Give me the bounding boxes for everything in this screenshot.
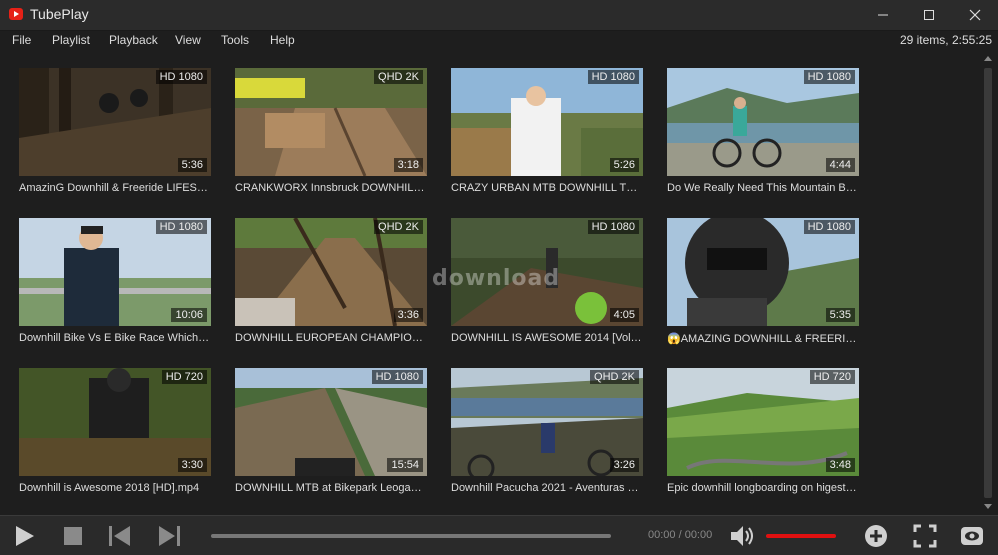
stop-icon: [64, 527, 82, 545]
video-title: DOWNHILL MTB at Bikepark Leogang!.mp4: [235, 482, 427, 494]
volume-button[interactable]: [729, 524, 753, 548]
duration-badge: 3:26: [609, 458, 639, 472]
stop-button[interactable]: [61, 524, 85, 548]
duration-badge: 5:36: [177, 158, 207, 172]
menu-playlist[interactable]: Playlist: [52, 33, 90, 47]
skip-next-icon: [159, 526, 180, 546]
quality-badge: HD 1080: [803, 220, 855, 234]
volume-slider[interactable]: [766, 534, 836, 538]
video-title: CRANKWORX Innsbruck DOWNHILL 2019.mp4: [235, 182, 427, 194]
duration-badge: 3:30: [177, 458, 207, 472]
duration-badge: 5:26: [609, 158, 639, 172]
quality-badge: HD 1080: [155, 70, 207, 84]
fullscreen-button[interactable]: [913, 524, 937, 548]
close-icon: [969, 9, 981, 21]
menu-tools[interactable]: Tools: [221, 33, 249, 47]
quality-badge: QHD 2K: [374, 220, 423, 234]
quality-badge: QHD 2K: [590, 370, 639, 384]
vertical-scrollbar[interactable]: [980, 52, 996, 514]
video-title: AmazinG Downhill & Freeride LIFESTYLE.mp…: [19, 182, 211, 194]
duration-badge: 4:05: [609, 308, 639, 322]
duration-badge: 10:06: [171, 308, 207, 322]
menu-help[interactable]: Help: [270, 33, 295, 47]
app-logo-icon: [9, 8, 23, 20]
menu-bar: File Playlist Playback View Tools Help 2…: [0, 31, 998, 51]
video-grid: HD 1080 5:36 AmazinG Downhill & Freeride…: [0, 52, 980, 514]
playlist-summary: 29 items, 2:55:25: [899, 33, 992, 47]
duration-badge: 3:36: [393, 308, 423, 322]
maximize-button[interactable]: [906, 0, 952, 30]
seek-bar[interactable]: [211, 534, 611, 538]
video-title: Downhill is Awesome 2018 [HD].mp4: [19, 482, 200, 494]
quality-badge: HD 1080: [587, 220, 639, 234]
quality-badge: HD 1080: [371, 370, 423, 384]
skip-previous-icon: [109, 526, 130, 546]
video-title: DOWNHILL EUROPEAN CHAMPIONSHIP.mp4: [235, 332, 427, 344]
view-mode-button[interactable]: [960, 524, 984, 548]
volume-icon: [731, 526, 753, 546]
player-control-bar: 00:00 / 00:00: [0, 515, 998, 555]
next-button[interactable]: [157, 524, 181, 548]
minimize-button[interactable]: [860, 0, 906, 30]
video-title: Epic downhill longboarding on higest spe…: [667, 482, 859, 494]
duration-badge: 3:48: [825, 458, 855, 472]
quality-badge: HD 1080: [587, 70, 639, 84]
play-button[interactable]: [12, 524, 36, 548]
quality-badge: HD 1080: [155, 220, 207, 234]
fullscreen-icon: [913, 524, 937, 548]
close-button[interactable]: [952, 0, 998, 30]
maximize-icon: [924, 10, 934, 20]
scroll-up-icon[interactable]: [984, 56, 992, 61]
quality-badge: HD 720: [809, 370, 855, 384]
duration-badge: 3:18: [393, 158, 423, 172]
previous-button[interactable]: [108, 524, 132, 548]
minimize-icon: [878, 14, 888, 16]
video-title: CRAZY URBAN MTB DOWNHILL TRACK.mp4: [451, 182, 643, 194]
scroll-down-icon[interactable]: [984, 504, 992, 509]
watermark-text: download: [432, 266, 561, 291]
menu-playback[interactable]: Playback: [109, 33, 158, 47]
duration-badge: 15:54: [387, 458, 423, 472]
title-bar: TubePlay: [0, 0, 998, 31]
add-icon: [865, 525, 887, 547]
video-title: DOWNHILL IS AWESOME 2014 [Vol. 1].mp4: [451, 332, 643, 344]
duration-badge: 5:35: [825, 308, 855, 322]
eye-icon: [961, 527, 983, 545]
video-title: Do We Really Need This Mountain Bike.mp4: [667, 182, 859, 194]
add-button[interactable]: [864, 524, 888, 548]
menu-file[interactable]: File: [12, 33, 31, 47]
quality-badge: HD 1080: [803, 70, 855, 84]
app-title: TubePlay: [30, 6, 89, 22]
quality-badge: QHD 2K: [374, 70, 423, 84]
menu-view[interactable]: View: [175, 33, 201, 47]
play-icon: [16, 526, 34, 546]
duration-badge: 4:44: [825, 158, 855, 172]
video-title: 😱AMAZING DOWNHILL & FREERIDE 2019.mp4: [667, 333, 859, 345]
video-title: Downhill Bike Vs E Bike Race Which Is Fa…: [19, 332, 211, 344]
quality-badge: HD 720: [161, 370, 207, 384]
scrollbar-thumb[interactable]: [984, 68, 992, 498]
time-display: 00:00 / 00:00: [648, 529, 713, 541]
video-title: Downhill Pacucha 2021 - Aventuras con Bi…: [451, 482, 643, 494]
